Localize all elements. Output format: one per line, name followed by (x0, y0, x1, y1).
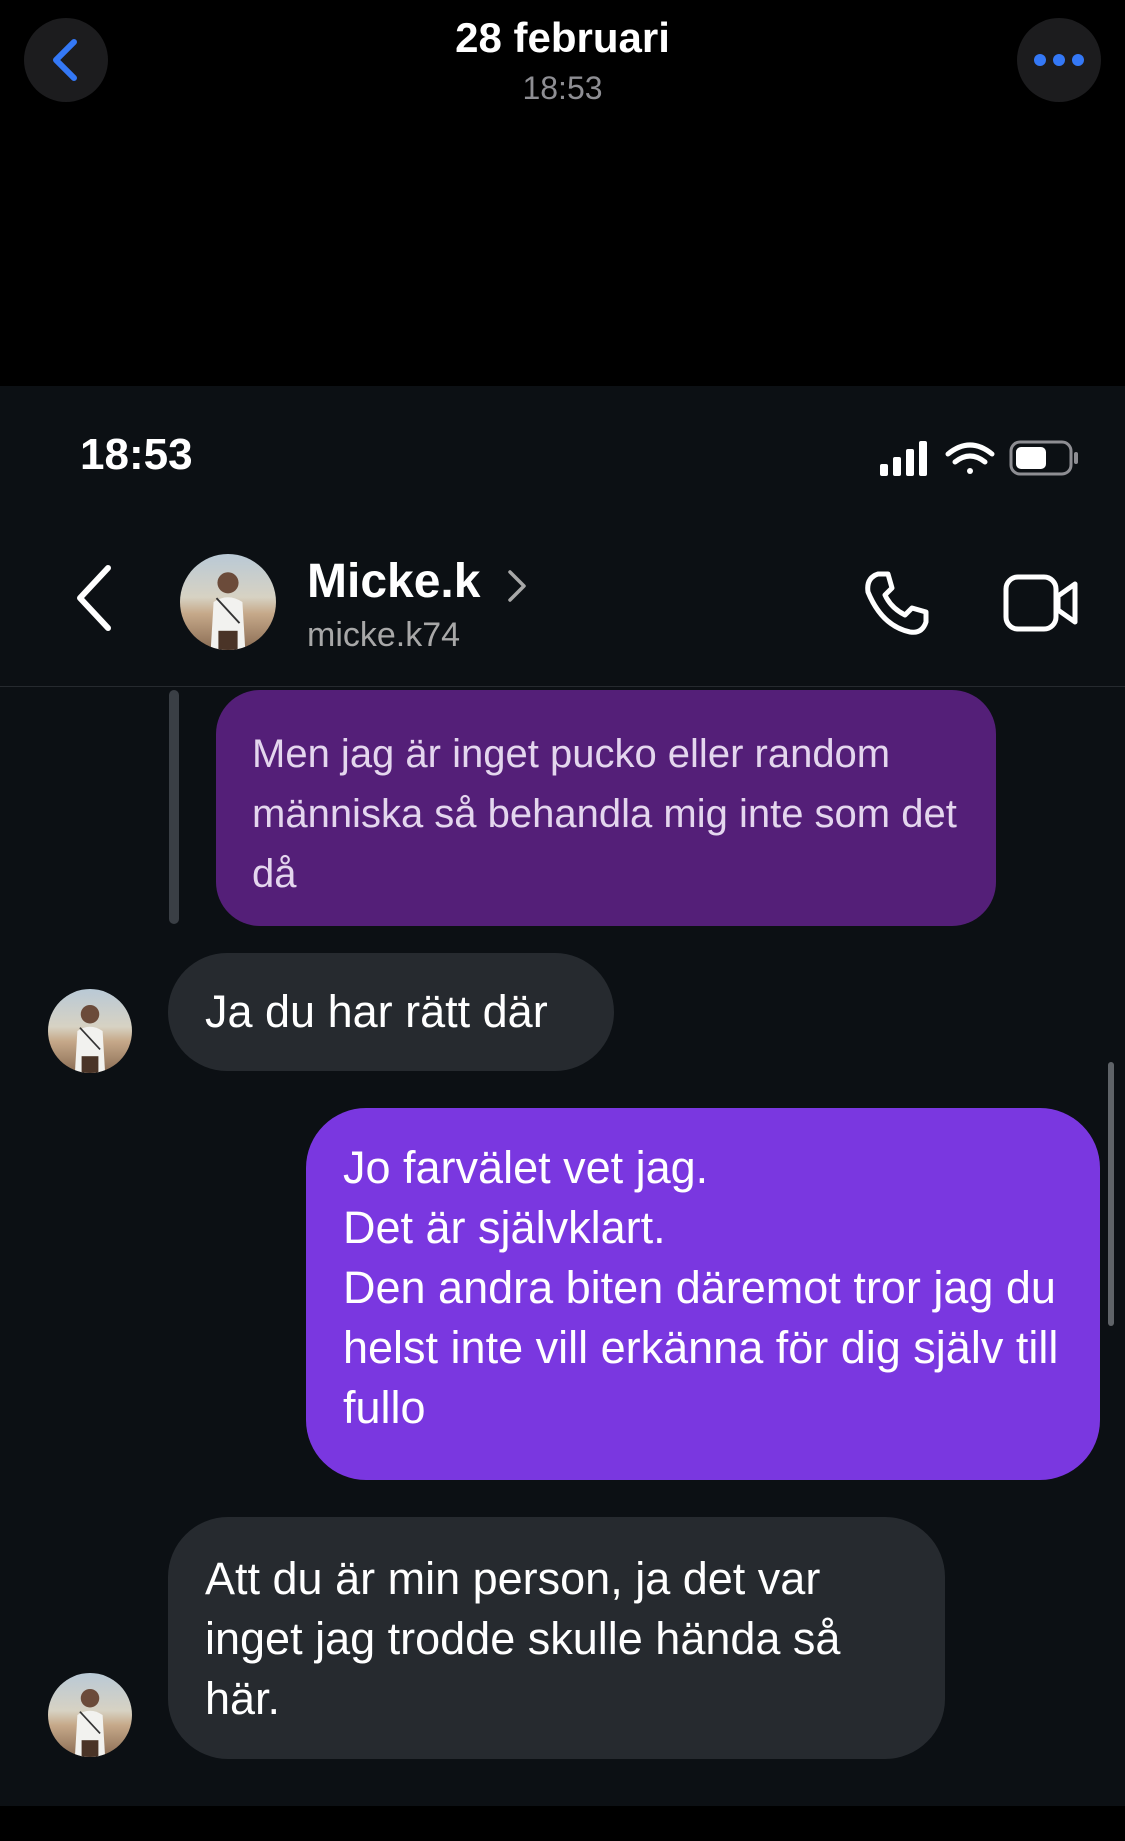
status-bar-icons (880, 440, 1078, 476)
contact-username: micke.k74 (307, 616, 461, 654)
reply-indicator-line (169, 690, 179, 924)
status-bar-time: 18:53 (80, 430, 193, 479)
viewer-more-button[interactable] (1017, 18, 1101, 102)
contact-message-avatar[interactable] (48, 989, 132, 1073)
viewer-time: 18:53 (522, 70, 603, 106)
message-line: Den andra biten däremot tror jag du hels… (343, 1262, 1059, 1433)
person-photo-icon (210, 572, 246, 650)
chat-header: Micke.k micke.k74 (0, 526, 1125, 687)
battery-icon (1009, 440, 1078, 476)
chat-screenshot: 18:53 Micke.k micke.k74 Men jag är inget… (0, 386, 1125, 1806)
chevron-right-icon[interactable] (505, 566, 529, 606)
photo-viewer-bar: 28 februari 18:53 (0, 0, 1125, 386)
contact-message-avatar[interactable] (48, 1673, 132, 1757)
phone-icon[interactable] (860, 568, 932, 640)
viewer-date: 28 februari (455, 14, 670, 61)
person-photo-icon (74, 1004, 106, 1073)
chat-scrollbar[interactable] (1108, 1062, 1114, 1326)
message-line: Det är självklart. (343, 1202, 666, 1253)
wifi-icon (945, 442, 995, 474)
contact-name[interactable]: Micke.k (307, 554, 480, 609)
back-chevron-icon[interactable] (72, 562, 120, 634)
ellipsis-icon (1034, 54, 1084, 66)
contact-avatar[interactable] (180, 554, 276, 650)
quoted-message-bubble[interactable]: Men jag är inget pucko eller random männ… (216, 690, 996, 926)
incoming-message-bubble[interactable]: Ja du har rätt där (168, 953, 614, 1071)
cellular-signal-icon (880, 441, 927, 476)
incoming-message-bubble[interactable]: Att du är min person, ja det var inget j… (168, 1517, 945, 1759)
viewer-bottom-bar (0, 1806, 1125, 1841)
person-photo-icon (74, 1688, 106, 1757)
outgoing-message-bubble[interactable]: Jo farvälet vet jag. Det är självklart. … (306, 1108, 1100, 1480)
message-line: Jo farvälet vet jag. (343, 1142, 709, 1193)
video-call-icon[interactable] (1003, 572, 1079, 634)
